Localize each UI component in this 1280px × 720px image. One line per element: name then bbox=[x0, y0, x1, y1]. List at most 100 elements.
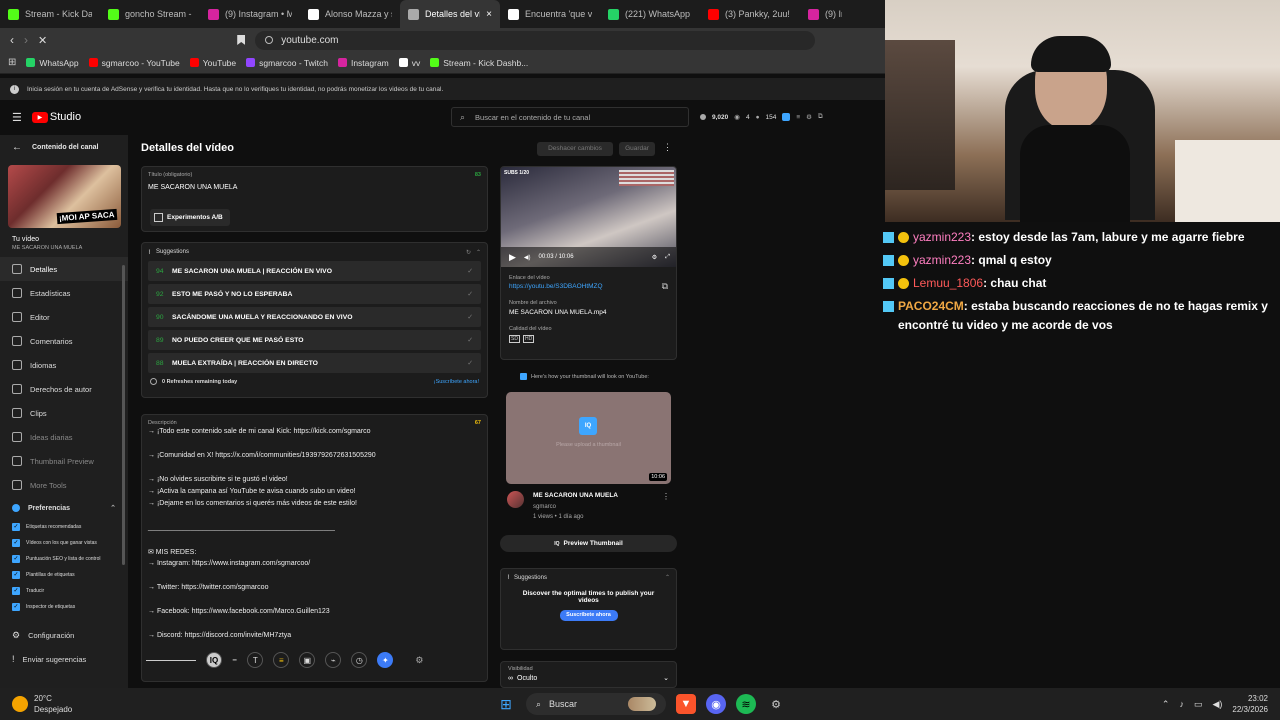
preview-thumbnail-button[interactable]: IQ Preview Thumbnail bbox=[500, 535, 677, 552]
preference-checkbox[interactable]: ✓ Vídeos con los que ganar vistas bbox=[0, 535, 128, 551]
checkbox-checked-icon[interactable]: ✓ bbox=[12, 539, 20, 547]
sidebar-item-derechos-de-autor[interactable]: Derechos de autor bbox=[0, 377, 128, 401]
preferences-label[interactable]: Preferencias bbox=[28, 505, 70, 512]
sidebar-scrollbar[interactable] bbox=[122, 265, 125, 565]
sidebar-item-idiomas[interactable]: Idiomas bbox=[0, 353, 128, 377]
back-icon[interactable]: ‹ bbox=[10, 33, 14, 47]
bookmark-item[interactable]: sgmarcoo - Twitch bbox=[246, 58, 328, 68]
volume-tray-icon[interactable]: ◀) bbox=[1212, 699, 1222, 710]
check-icon[interactable]: ✓ bbox=[467, 313, 473, 321]
visibility-select[interactable]: Visibilidad ∞ Oculto ⌄ bbox=[500, 661, 677, 688]
bookmark-item[interactable]: sgmarcoo - YouTube bbox=[88, 58, 180, 68]
title-card[interactable]: Título (obligatorio) 83 ME SACARON UNA M… bbox=[141, 166, 488, 232]
apps-grid-icon[interactable]: ⊞ bbox=[8, 57, 16, 68]
browser-tab[interactable]: (3) Pankky, 2uu! - D bbox=[700, 0, 800, 28]
extension-icon[interactable] bbox=[782, 113, 791, 121]
site-info-icon[interactable] bbox=[265, 36, 274, 44]
text-tool-icon[interactable]: T bbox=[247, 652, 264, 668]
video-thumbnail[interactable]: ¡MOI AP SACA bbox=[8, 165, 121, 228]
sidebar-item-estad-sticas[interactable]: Estadísticas bbox=[0, 281, 128, 305]
list-tool-icon[interactable]: ≡ bbox=[273, 652, 290, 668]
suggestion-item[interactable]: 92 ESTO ME PASÓ Y NO LO ESPERABA ✓ bbox=[148, 284, 481, 304]
bookmark-item[interactable]: Stream - Kick Dashb... bbox=[430, 58, 528, 68]
suggestion-item[interactable]: 94 ME SACARON UNA MUELA | REACCIÓN EN VIV… bbox=[148, 261, 481, 281]
image-tool-icon[interactable]: ▣ bbox=[299, 652, 316, 668]
preference-checkbox[interactable]: ✓ Puntuación SEO y lista de control bbox=[0, 551, 128, 567]
suggestion-item[interactable]: 90 SACÁNDOME UNA MUELA Y REACCIONANDO EN … bbox=[148, 307, 481, 327]
radio-icon[interactable] bbox=[150, 378, 157, 385]
suggestion-item[interactable]: 89 NO PUEDO CREER QUE ME PASÓ ESTO ✓ bbox=[148, 330, 481, 350]
more-options-icon[interactable]: ⋮ bbox=[663, 142, 672, 153]
browser-tab[interactable]: Stream - Kick Dashb bbox=[0, 0, 100, 28]
bookmark-item[interactable]: YouTube bbox=[189, 58, 236, 68]
collapse-icon[interactable]: ⌃ bbox=[665, 574, 670, 581]
clock-tool-icon[interactable]: ◷ bbox=[351, 652, 368, 668]
browser-tab[interactable]: Encuentra 'que va a bbox=[500, 0, 600, 28]
sidebar-item-detalles[interactable]: Detalles bbox=[0, 257, 128, 281]
sidebar-item-thumbnail-preview[interactable]: Thumbnail Preview bbox=[0, 449, 128, 473]
preference-checkbox[interactable]: ✓ Inspector de etiquetas bbox=[0, 599, 128, 615]
browser-tab[interactable]: Alonso Mazza y su bbox=[300, 0, 400, 28]
chevron-up-icon[interactable]: ⌃ bbox=[110, 504, 116, 512]
bookmark-icon[interactable] bbox=[237, 35, 246, 45]
mic-icon[interactable]: ♪ bbox=[1179, 699, 1184, 709]
refresh-icon[interactable]: ↻ bbox=[466, 249, 471, 256]
sidebar-item-configuracion[interactable]: ⚙ Configuración bbox=[0, 623, 128, 647]
tray-chevron-icon[interactable]: ⌃ bbox=[1162, 699, 1170, 710]
sidebar-item-more-tools[interactable]: More Tools bbox=[0, 473, 128, 497]
menu-icon[interactable]: ☰ bbox=[12, 111, 22, 124]
description-input[interactable]: → ¡Todo este contenido sale de mi canal … bbox=[142, 428, 487, 644]
checkbox-checked-icon[interactable]: ✓ bbox=[12, 571, 20, 579]
collapse-icon[interactable]: ⌃ bbox=[476, 249, 481, 256]
subscribe-now-button[interactable]: Suscríbete ahora bbox=[559, 610, 618, 621]
brave-browser-icon[interactable]: ▼ bbox=[676, 694, 696, 714]
fullscreen-icon[interactable]: ⤢ bbox=[665, 254, 670, 261]
search-input[interactable]: Buscar en el contenido de tu canal bbox=[475, 113, 590, 122]
checkbox-checked-icon[interactable]: ✓ bbox=[12, 603, 20, 611]
chevron-down-icon[interactable]: ⌄ bbox=[663, 674, 669, 682]
video-player[interactable]: SUBS 1/20 ▶ ◀) 00:03 / 10:06 ⚙ ⤢ bbox=[501, 167, 676, 267]
back-arrow-icon[interactable]: ← bbox=[12, 142, 22, 153]
title-input[interactable]: ME SACARON UNA MUELA bbox=[142, 178, 487, 191]
preference-checkbox[interactable]: ✓ Plantillas de etiquetas bbox=[0, 567, 128, 583]
bookmark-item[interactable]: WhatsApp bbox=[26, 58, 79, 68]
subscribe-link[interactable]: ¡Suscríbete ahora! bbox=[434, 379, 479, 385]
settings-app-icon[interactable]: ⚙ bbox=[766, 694, 786, 714]
checkbox-checked-icon[interactable]: ✓ bbox=[12, 523, 20, 531]
sidebar-item-feedback[interactable]: ! Enviar sugerencias bbox=[0, 647, 128, 671]
bookmark-item[interactable]: vv bbox=[398, 58, 420, 68]
spotify-icon[interactable]: ≋ bbox=[736, 694, 756, 714]
browser-tab[interactable]: goncho Stream - W bbox=[100, 0, 200, 28]
play-icon[interactable]: ▶ bbox=[509, 252, 516, 263]
stop-loading-icon[interactable]: ✕ bbox=[38, 34, 47, 47]
channel-search[interactable]: ⌕ Buscar en el contenido de tu canal bbox=[451, 107, 689, 127]
browser-tab[interactable]: (9) Instagram • Men bbox=[200, 0, 300, 28]
weather-icon[interactable] bbox=[12, 696, 28, 712]
close-tab-icon[interactable]: × bbox=[486, 9, 492, 20]
network-icon[interactable]: ▭ bbox=[1194, 699, 1203, 710]
undo-changes-button[interactable]: Deshacer cambios bbox=[537, 142, 613, 156]
sidebar-item-comentarios[interactable]: Comentarios bbox=[0, 329, 128, 353]
taskbar-search[interactable]: ⌕ Buscar bbox=[526, 693, 666, 715]
preference-checkbox[interactable]: ✓ Etiquetas recomendadas bbox=[0, 519, 128, 535]
discord-icon[interactable]: ◉ bbox=[706, 694, 726, 714]
copy-icon[interactable]: ⧉ bbox=[662, 281, 668, 292]
forward-icon[interactable]: › bbox=[24, 33, 28, 47]
volume-icon[interactable]: ◀) bbox=[524, 254, 531, 261]
sidebar-item-ideas-diarias[interactable]: Ideas diarias bbox=[0, 425, 128, 449]
url-field[interactable]: youtube.com bbox=[255, 30, 816, 50]
sidebar-item-clips[interactable]: Clips bbox=[0, 401, 128, 425]
check-icon[interactable]: ✓ bbox=[467, 336, 473, 344]
checkbox-checked-icon[interactable]: ✓ bbox=[12, 555, 20, 563]
check-icon[interactable]: ✓ bbox=[467, 290, 473, 298]
thumbnail-placeholder[interactable]: IQ Please upload a thumbnail 10:06 bbox=[506, 392, 671, 484]
save-button[interactable]: Guardar bbox=[619, 142, 655, 156]
description-card[interactable]: Descripción 67 → ¡Todo este contenido sa… bbox=[141, 414, 488, 682]
external-icon[interactable]: ⧉ bbox=[818, 113, 823, 121]
ab-experiments-button[interactable]: Experimentos A/B bbox=[150, 209, 230, 226]
video-settings-icon[interactable]: ⚙ bbox=[652, 254, 657, 261]
browser-tab[interactable]: (221) WhatsApp bbox=[600, 0, 700, 28]
checkbox-checked-icon[interactable]: ✓ bbox=[12, 587, 20, 595]
settings-icon[interactable]: ⚙ bbox=[806, 113, 812, 121]
preference-checkbox[interactable]: ✓ Traducir bbox=[0, 583, 128, 599]
